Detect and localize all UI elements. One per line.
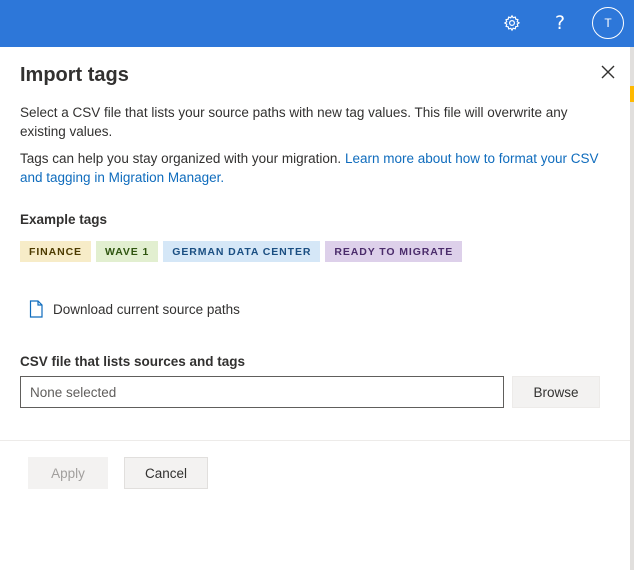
gear-icon [503, 14, 521, 32]
tag-wave-1: WAVE 1 [95, 241, 159, 262]
background-page-edge [630, 47, 634, 570]
page-title: Import tags [20, 64, 129, 86]
help-icon: ? [554, 12, 566, 34]
avatar[interactable]: T [592, 7, 624, 39]
footer-divider [0, 440, 630, 441]
help-button[interactable]: ? [545, 8, 575, 38]
download-source-paths-label: Download current source paths [53, 301, 240, 317]
description-overwrite: Select a CSV file that lists your source… [20, 105, 568, 139]
description-tags: Tags can help you stay organized with yo… [20, 149, 600, 187]
tag-german-data-center: GERMAN DATA CENTER [163, 241, 321, 262]
document-icon [29, 300, 43, 318]
avatar-initial: T [604, 16, 612, 30]
description-tags-text: Tags can help you stay organized with yo… [20, 151, 345, 166]
close-icon[interactable] [598, 62, 618, 82]
csv-file-input[interactable] [20, 376, 504, 408]
background-page-accent [630, 86, 634, 102]
download-source-paths-button[interactable]: Download current source paths [28, 300, 240, 318]
example-tags-label: Example tags [20, 212, 108, 227]
csv-file-label: CSV file that lists sources and tags [20, 354, 246, 369]
settings-button[interactable] [497, 8, 527, 38]
cancel-button[interactable]: Cancel [124, 457, 208, 489]
apply-button[interactable]: Apply [28, 457, 108, 489]
tag-finance: FINANCE [20, 241, 91, 262]
top-bar: ? T [0, 0, 634, 47]
tag-ready-to-migrate: READY TO MIGRATE [325, 241, 463, 262]
browse-button[interactable]: Browse [512, 376, 600, 408]
example-tags: FINANCE WAVE 1 GERMAN DATA CENTER READY … [20, 241, 463, 262]
